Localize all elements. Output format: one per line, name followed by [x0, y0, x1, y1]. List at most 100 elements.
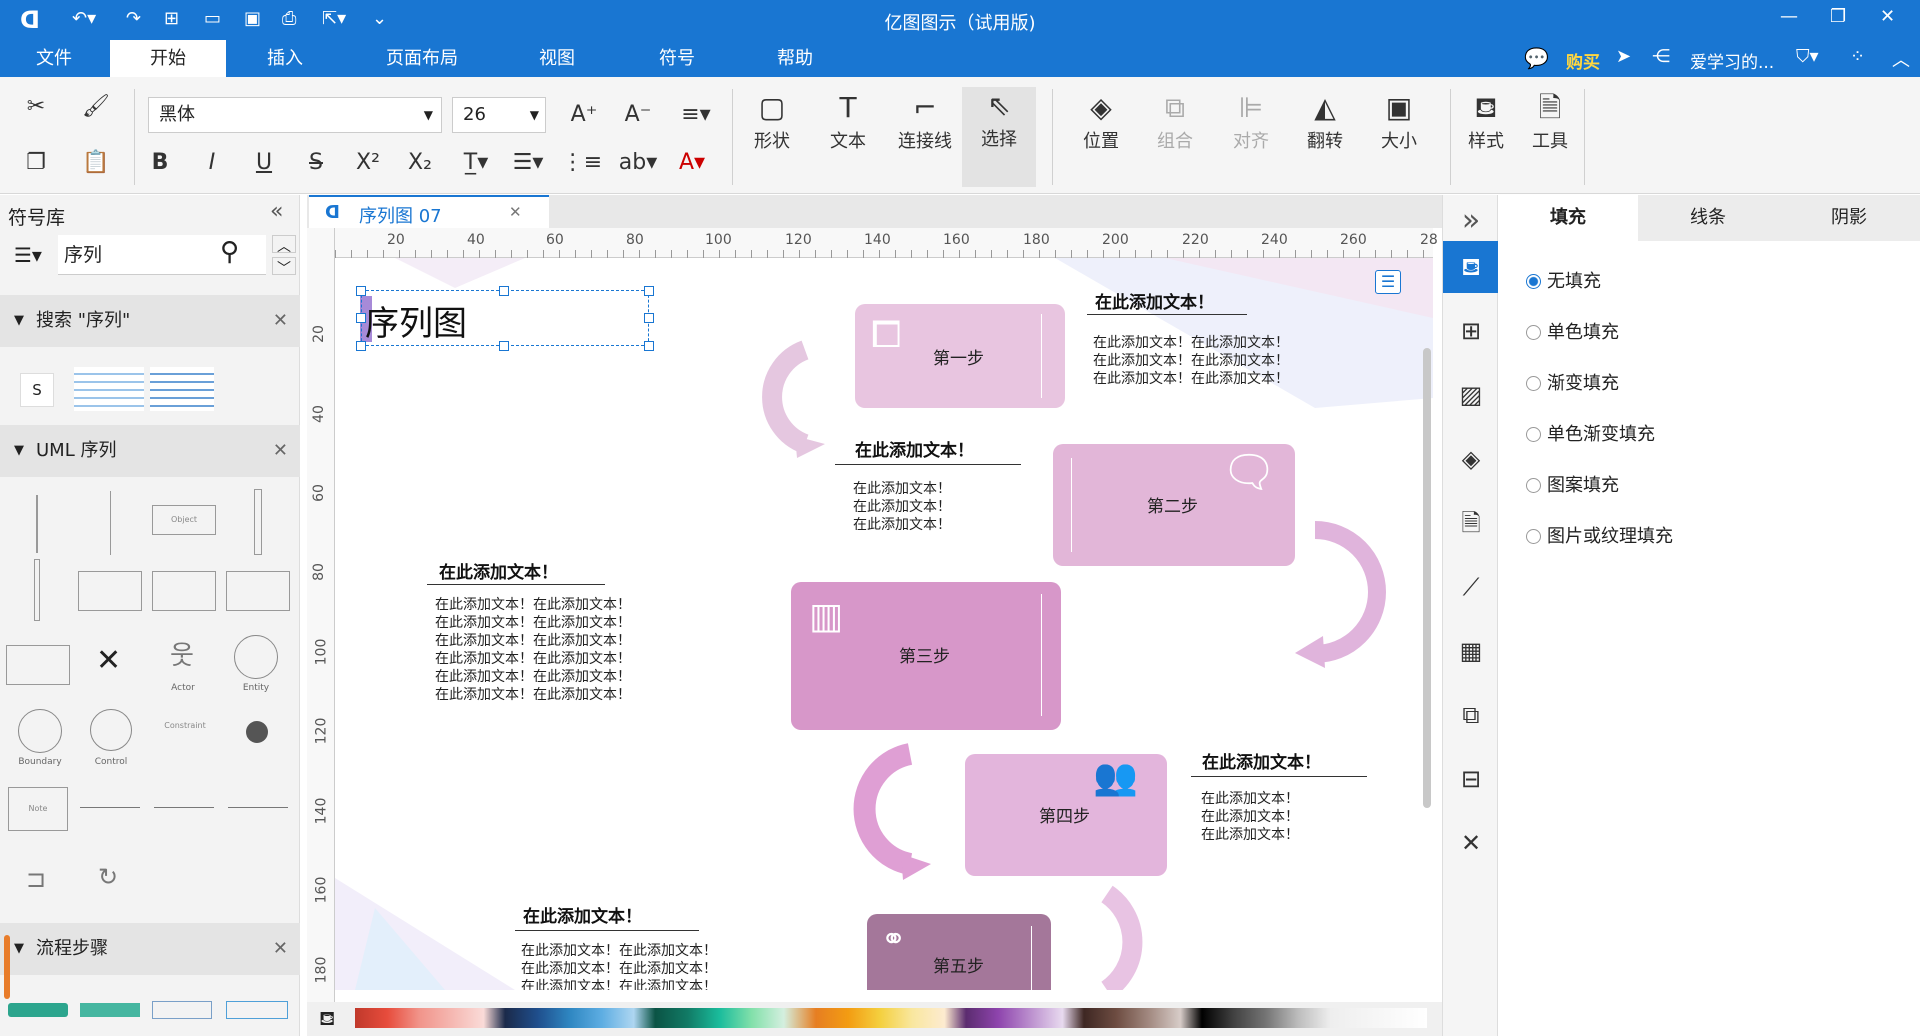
color-swatches[interactable] [355, 1008, 1427, 1028]
chat-icon[interactable]: 💬 [1524, 46, 1549, 70]
buy-link[interactable]: 购买 [1566, 48, 1600, 73]
scroll-up-icon[interactable]: ︿ [272, 235, 296, 255]
font-size-select[interactable]: 26 ▼ [452, 97, 546, 133]
mindmap-panel-icon[interactable]: ✕ [1443, 817, 1499, 869]
tools-button[interactable]: 🗎 工具 [1524, 89, 1576, 153]
collapse-ribbon-icon[interactable]: ︿ [1892, 46, 1910, 72]
align-button[interactable]: ⊫ 对齐 [1220, 89, 1282, 153]
lifeline-symbol[interactable] [110, 491, 111, 555]
line-spacing-icon[interactable]: ☰▾ [504, 145, 552, 181]
activation-symbol[interactable] [254, 489, 262, 555]
process-step-symbol[interactable] [80, 1003, 140, 1017]
highlight-icon[interactable]: ab▾ [614, 145, 662, 181]
shirt-icon[interactable]: ⛉▾ [1796, 46, 1819, 67]
step-5-box[interactable]: ⚭ 第五步 [867, 914, 1051, 990]
style-button[interactable]: ⛾ 样式 [1460, 89, 1512, 153]
step-2-box[interactable]: 第二步 🗨 [1053, 444, 1295, 566]
italic-icon[interactable]: I [194, 145, 230, 181]
minimize-icon[interactable]: — [1780, 6, 1798, 27]
async-arrow-symbol[interactable] [228, 807, 288, 808]
fill-option-none[interactable]: 无填充 [1526, 267, 1601, 293]
document-tab[interactable]: ᗡ 序列图 07 ✕ [309, 195, 549, 228]
format-painter-icon[interactable]: 🖌 [78, 89, 114, 125]
constraint-symbol[interactable]: Constraint [150, 721, 220, 730]
scroll-down-icon[interactable]: ﹀ [272, 257, 296, 277]
close-section-icon[interactable]: ✕ [273, 923, 288, 975]
page-panel-icon[interactable]: 🗎 [1443, 497, 1499, 549]
panel-scrollbar[interactable] [4, 935, 10, 999]
underline-icon[interactable]: U [246, 145, 282, 181]
destroy-symbol-icon[interactable]: ✕ [96, 643, 121, 678]
section-search-results[interactable]: ▼ 搜索 "序列" ✕ [0, 295, 300, 347]
font-family-select[interactable]: 黑体 ▼ [148, 97, 442, 133]
menu-page-layout[interactable]: 页面布局 [372, 40, 472, 77]
text-style-icon[interactable]: T̲▾ [452, 145, 500, 181]
cut-icon[interactable]: ✂ [18, 89, 54, 125]
group-button[interactable]: ⧉ 组合 [1144, 89, 1206, 153]
boundary-symbol[interactable] [18, 709, 62, 753]
note-title[interactable]: 在此添加文本！ [855, 436, 974, 461]
drawing-canvas[interactable]: 序列图 ☰ ⧠ 第一步 第二步 🗨 ▥ 第三步 第四步 👥 ⚭ 第五步 在此添加… [335, 258, 1433, 990]
restore-icon[interactable]: ❐ [1830, 6, 1846, 27]
control-symbol[interactable] [90, 709, 132, 751]
actor-symbol-icon[interactable]: 웃 [170, 635, 194, 672]
step-4-box[interactable]: 第四步 👥 [965, 754, 1167, 876]
step-1-box[interactable]: ⧠ 第一步 [855, 304, 1065, 408]
fill-option-solid[interactable]: 单色填充 [1526, 318, 1619, 344]
object-symbol[interactable]: Object [152, 505, 216, 535]
symbols-panel-icon[interactable]: ⊞ [1443, 305, 1499, 357]
process-step-symbol[interactable] [152, 1001, 212, 1019]
vertical-scrollbar[interactable] [1423, 348, 1431, 808]
paste-icon[interactable]: 📋 [78, 145, 114, 181]
note-title[interactable]: 在此添加文本！ [1202, 748, 1321, 773]
subscript-icon[interactable]: X₂ [402, 145, 438, 181]
select-button[interactable]: ⇖ 选择 [962, 87, 1036, 187]
position-button[interactable]: ◈ 位置 [1070, 89, 1132, 153]
process-step-symbol[interactable] [8, 1003, 68, 1017]
collapse-panel-icon[interactable]: « [270, 199, 283, 224]
image-panel-icon[interactable]: ▨ [1443, 369, 1499, 421]
close-tab-icon[interactable]: ✕ [509, 203, 522, 221]
copy-icon[interactable]: ❐ [18, 145, 54, 181]
library-menu-icon[interactable]: ☰▾ [14, 243, 42, 267]
superscript-icon[interactable]: X² [350, 145, 386, 181]
search-icon[interactable]: ⚲ [220, 237, 239, 267]
menu-view[interactable]: 视图 [520, 40, 594, 77]
note-text[interactable]: 在此添加文本！在此添加文本！ 在此添加文本！在此添加文本！ 在此添加文本！在此添… [521, 942, 717, 990]
close-section-icon[interactable]: ✕ [273, 425, 288, 477]
bold-icon[interactable]: B [142, 145, 178, 181]
note-title[interactable]: 在此添加文本！ [523, 902, 642, 927]
note-text[interactable]: 在此添加文本！ 在此添加文本！ 在此添加文本！ [853, 480, 951, 534]
frame-symbol[interactable] [6, 645, 70, 685]
self-message-icon[interactable]: ⊐ [26, 865, 46, 893]
entity-symbol[interactable] [234, 635, 278, 679]
fill-bucket-icon[interactable]: ⛾ [319, 1006, 335, 1033]
initial-state-symbol[interactable] [246, 721, 268, 743]
close-window-icon[interactable]: ✕ [1880, 6, 1895, 27]
note-text[interactable]: 在此添加文本！在此添加文本！ 在此添加文本！在此添加文本！ 在此添加文本！在此添… [1093, 334, 1289, 388]
note-title[interactable]: 在此添加文本！ [439, 558, 558, 583]
increase-font-icon[interactable]: A⁺ [566, 97, 602, 133]
fill-option-pattern[interactable]: 图案填充 [1526, 471, 1619, 497]
note-text[interactable]: 在此添加文本！ 在此添加文本！ 在此添加文本！ [1201, 790, 1299, 844]
menu-insert[interactable]: 插入 [250, 40, 320, 77]
menu-home[interactable]: 开始 [110, 40, 226, 77]
flip-button[interactable]: ◭ 翻转 [1294, 89, 1356, 153]
menu-help[interactable]: 帮助 [758, 40, 832, 77]
tab-shadow[interactable]: 阴影 [1778, 195, 1920, 241]
menu-symbol[interactable]: 符号 [640, 40, 714, 77]
decrease-font-icon[interactable]: A⁻ [620, 97, 656, 133]
activation-symbol[interactable] [34, 559, 40, 621]
menu-file[interactable]: 文件 [22, 40, 86, 77]
outline-panel-icon[interactable]: ⧉ [1443, 689, 1499, 741]
step-3-box[interactable]: ▥ 第三步 [791, 582, 1061, 730]
shape-button[interactable]: ▢ 形状 [744, 89, 800, 153]
frame-symbol[interactable] [226, 571, 290, 611]
lifeline-symbol[interactable] [36, 495, 38, 553]
share-icon[interactable]: ⋲ [1652, 46, 1670, 67]
loop-message-icon[interactable]: ↻ [98, 863, 118, 891]
expand-panel-icon[interactable]: » [1443, 195, 1499, 247]
text-align-icon[interactable]: ≡▾ [672, 97, 720, 133]
tab-fill[interactable]: 填充 [1498, 195, 1638, 241]
text-button[interactable]: T 文本 [820, 89, 876, 153]
